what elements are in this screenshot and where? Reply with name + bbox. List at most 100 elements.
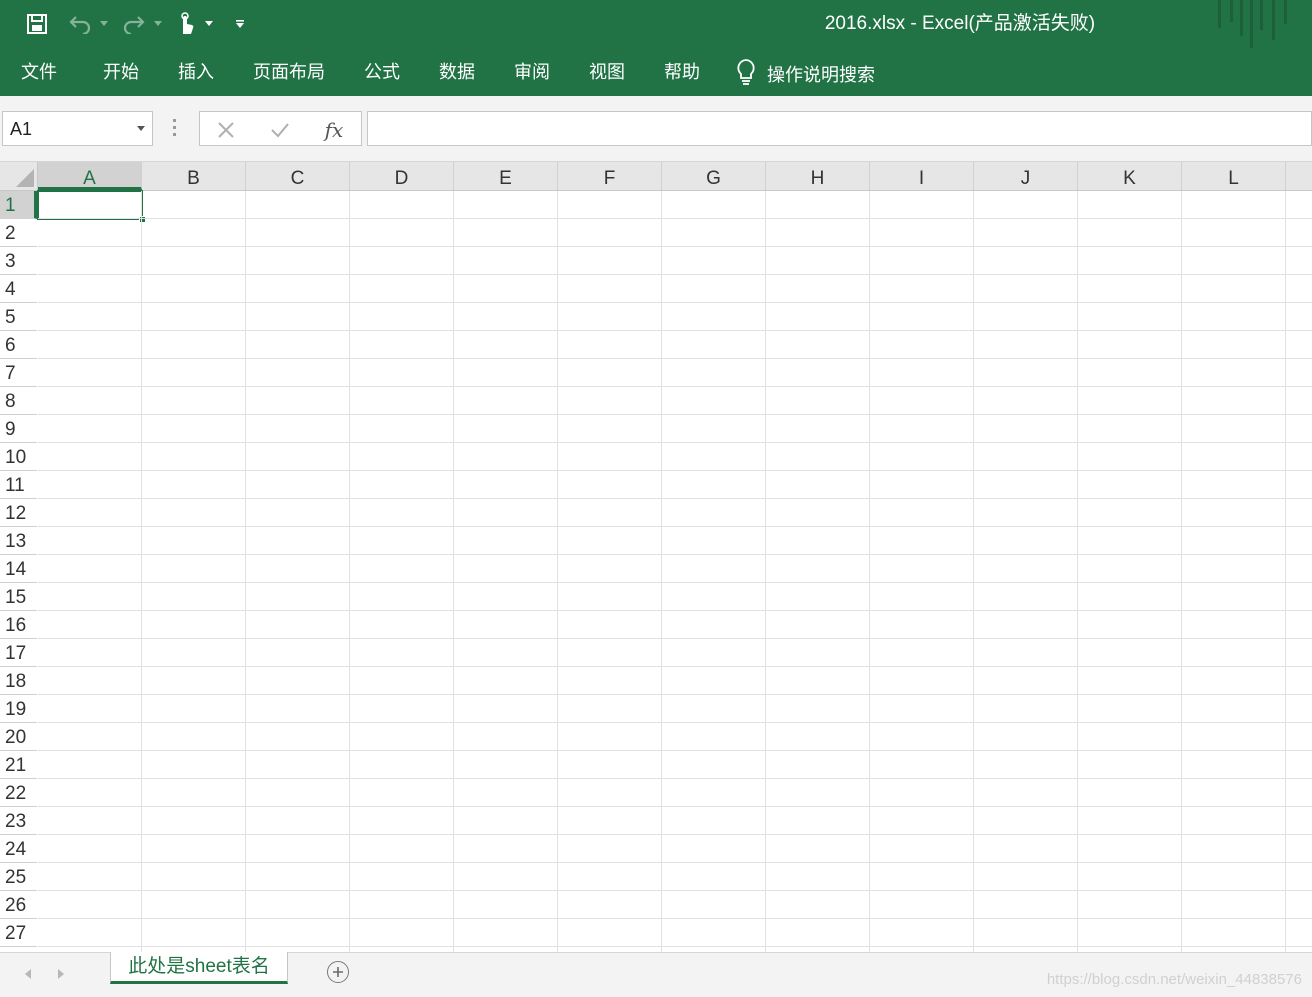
gridline-horizontal [38,498,1312,499]
column-header-l[interactable]: L [1182,162,1286,190]
column-header-a[interactable]: A [38,162,142,190]
row-header-20[interactable]: 20 [0,723,37,751]
row-header-1[interactable]: 1 [0,191,37,219]
column-header-j[interactable]: J [974,162,1078,190]
gridline-horizontal [38,722,1312,723]
gridline-horizontal [38,778,1312,779]
undo-icon[interactable] [66,10,94,38]
formula-input[interactable] [367,111,1312,146]
chevron-down-icon[interactable] [137,126,145,131]
save-icon[interactable] [24,10,50,38]
active-cell[interactable] [37,190,146,223]
tab-data[interactable]: 数据 [439,60,475,84]
gridline-horizontal [38,610,1312,611]
window-title: 2016.xlsx - Excel(产品激活失败) [824,13,1096,34]
row-header-10[interactable]: 10 [0,443,37,471]
cell-area[interactable] [37,190,1312,952]
row-header-4[interactable]: 4 [0,275,37,303]
tab-page-layout[interactable]: 页面布局 [253,60,325,84]
gridline-horizontal [38,330,1312,331]
undo-dropdown-icon[interactable] [98,10,110,38]
tell-me-search[interactable]: 操作说明搜索 [735,58,875,91]
row-header-8[interactable]: 8 [0,387,37,415]
gridline-vertical [973,191,974,952]
row-header-24[interactable]: 24 [0,835,37,863]
row-header-25[interactable]: 25 [0,863,37,891]
column-header-b[interactable]: B [142,162,246,190]
name-box-value: A1 [10,119,33,139]
gridline-horizontal [38,694,1312,695]
row-header-6[interactable]: 6 [0,331,37,359]
column-header-f[interactable]: F [558,162,662,190]
redo-dropdown-icon[interactable] [152,10,164,38]
select-all-button[interactable] [0,162,38,191]
tab-view[interactable]: 视图 [589,60,625,84]
gridline-horizontal [38,470,1312,471]
gridline-horizontal [38,582,1312,583]
row-header-18[interactable]: 18 [0,667,37,695]
row-header-14[interactable]: 14 [0,555,37,583]
column-header-h[interactable]: H [766,162,870,190]
scroll-right-icon[interactable] [55,967,67,981]
tab-help[interactable]: 帮助 [664,60,700,84]
row-header-7[interactable]: 7 [0,359,37,387]
gridline-horizontal [38,526,1312,527]
row-header-11[interactable]: 11 [0,471,37,499]
gridline-horizontal [38,274,1312,275]
row-header-3[interactable]: 3 [0,247,37,275]
enter-icon[interactable] [268,118,292,142]
row-header-22[interactable]: 22 [0,779,37,807]
touch-mode-dropdown-icon[interactable] [203,10,215,38]
insert-function-button[interactable]: fx [322,118,346,142]
tab-home[interactable]: 开始 [103,60,139,84]
gridline-horizontal [38,638,1312,639]
add-sheet-icon[interactable] [327,961,349,983]
tab-file[interactable]: 文件 [21,60,57,84]
row-header-19[interactable]: 19 [0,695,37,723]
gridline-horizontal [38,750,1312,751]
gridline-vertical [1077,191,1078,952]
row-header-15[interactable]: 15 [0,583,37,611]
sheet-tab-bar: 此处是sheet表名 https://blog.csdn.net/weixin_… [0,952,1312,997]
column-header-i[interactable]: I [870,162,974,190]
column-header-c[interactable]: C [246,162,350,190]
row-header-17[interactable]: 17 [0,639,37,667]
column-header-e[interactable]: E [454,162,558,190]
row-header-12[interactable]: 12 [0,499,37,527]
gridline-horizontal [38,414,1312,415]
gridline-vertical [349,191,350,952]
touch-mode-icon[interactable] [174,10,198,38]
row-header-9[interactable]: 9 [0,415,37,443]
column-header-k[interactable]: K [1078,162,1182,190]
tab-insert[interactable]: 插入 [178,60,214,84]
tab-review[interactable]: 审阅 [514,60,550,84]
tab-formulas[interactable]: 公式 [364,60,400,84]
gridline-vertical [1285,191,1286,952]
formula-bar-grip-icon[interactable] [172,119,178,139]
gridline-horizontal [38,218,1312,219]
scroll-left-icon[interactable] [22,967,34,981]
column-header-g[interactable]: G [662,162,766,190]
title-decoration [1202,0,1312,48]
row-header-26[interactable]: 26 [0,891,37,919]
gridline-horizontal [38,666,1312,667]
redo-icon[interactable] [120,10,148,38]
formula-buttons: fx [199,111,362,146]
gridline-horizontal [38,302,1312,303]
gridline-horizontal [38,554,1312,555]
row-header-16[interactable]: 16 [0,611,37,639]
row-header-27[interactable]: 27 [0,919,37,947]
gridline-horizontal [38,890,1312,891]
gridline-horizontal [38,246,1312,247]
tell-me-label: 操作说明搜索 [767,64,875,85]
name-box[interactable]: A1 [2,111,153,146]
row-header-23[interactable]: 23 [0,807,37,835]
row-header-2[interactable]: 2 [0,219,37,247]
row-header-13[interactable]: 13 [0,527,37,555]
cancel-icon[interactable] [214,118,238,142]
sheet-tab[interactable]: 此处是sheet表名 [110,952,288,984]
row-header-21[interactable]: 21 [0,751,37,779]
row-header-5[interactable]: 5 [0,303,37,331]
column-header-d[interactable]: D [350,162,454,190]
customize-toolbar-icon[interactable] [233,10,247,38]
